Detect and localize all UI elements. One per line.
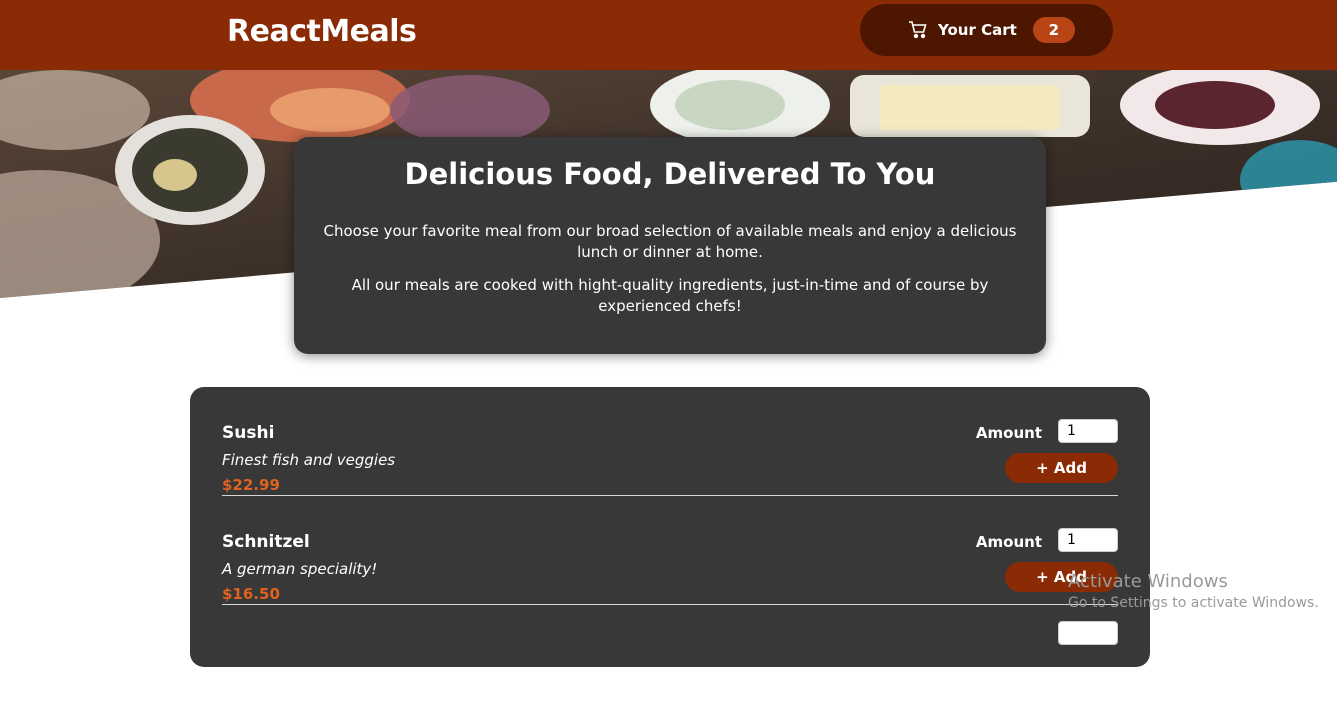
summary-paragraph: Choose your favorite meal from our broad… xyxy=(323,222,1017,261)
meal-description: Finest fish and veggies xyxy=(222,451,396,469)
summary-paragraph: All our meals are cooked with hight-qual… xyxy=(351,276,989,315)
meal-name: Sushi xyxy=(222,423,275,443)
amount-input[interactable] xyxy=(1058,528,1118,552)
meal-item-sushi: Sushi Finest fish and veggies $22.99 Amo… xyxy=(222,387,1118,496)
amount-input[interactable] xyxy=(1058,621,1118,645)
meal-item-schnitzel: Schnitzel A german speciality! $16.50 Am… xyxy=(222,496,1118,605)
brand-title: ReactMeals xyxy=(227,14,417,49)
meal-price: $22.99 xyxy=(222,476,280,494)
add-button[interactable]: + Add xyxy=(1005,453,1118,483)
cart-label: Your Cart xyxy=(938,21,1017,39)
amount-label: Amount xyxy=(975,533,1042,551)
summary-card: Delicious Food, Delivered To You Choose … xyxy=(294,137,1046,354)
meal-price: $16.50 xyxy=(222,585,280,603)
cart-count-badge: 2 xyxy=(1032,17,1075,43)
meals-list: Sushi Finest fish and veggies $22.99 Amo… xyxy=(190,387,1150,667)
app-header: ReactMeals Your Cart 2 xyxy=(0,0,1337,70)
watermark-title: Activate Windows xyxy=(1068,571,1228,592)
summary-title: Delicious Food, Delivered To You xyxy=(404,157,936,191)
watermark-subtitle: Go to Settings to activate Windows. xyxy=(1068,595,1319,611)
meal-description: A german speciality! xyxy=(222,560,378,578)
amount-label: Amount xyxy=(975,424,1042,442)
activate-windows-watermark: Activate Windows Go to Settings to activ… xyxy=(1068,571,1319,611)
cart-icon xyxy=(908,20,928,40)
cart-button[interactable]: Your Cart 2 xyxy=(860,4,1113,56)
meal-item-partial xyxy=(222,605,1118,713)
amount-input[interactable] xyxy=(1058,419,1118,443)
meal-name: Schnitzel xyxy=(222,532,310,552)
